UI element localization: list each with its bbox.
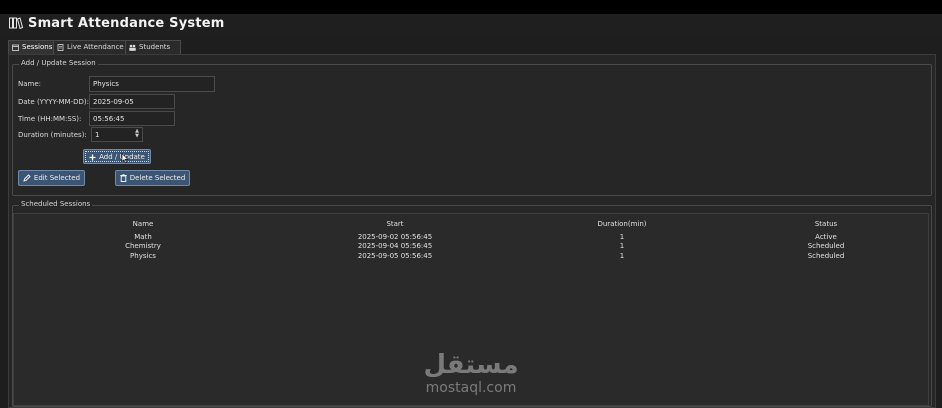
date-label: Date (YYYY-MM-DD):	[18, 98, 89, 106]
pencil-icon	[23, 174, 31, 182]
scheduled-sessions-group-title: Scheduled Sessions	[19, 200, 93, 208]
tab-live-attendance-label: Live Attendance	[67, 43, 124, 51]
people-icon	[129, 44, 136, 51]
add-update-group-title: Add / Update Session	[19, 59, 98, 67]
delete-selected-label: Delete Selected	[129, 174, 186, 182]
table-row-1-duration[interactable]: 1	[620, 233, 624, 241]
time-label: Time (HH:MM:SS):	[18, 115, 82, 123]
tab-students[interactable]: Students	[125, 40, 181, 54]
table-row-1-status[interactable]: Active	[815, 233, 837, 241]
app-title: Smart Attendance System	[28, 16, 225, 31]
tab-students-label: Students	[139, 43, 171, 51]
mostaql-watermark: مستقل mostaql.com	[411, 350, 531, 400]
duration-value: 1	[95, 131, 100, 139]
name-label: Name:	[18, 80, 42, 88]
column-header-name[interactable]: Name	[133, 220, 154, 228]
watermark-latin-text: mostaql.com	[425, 380, 517, 396]
table-row-2-start[interactable]: 2025-09-04 05:56:45	[358, 242, 432, 250]
trash-icon	[120, 174, 127, 182]
edit-selected-button[interactable]: Edit Selected	[18, 170, 85, 186]
table-row-3-start[interactable]: 2025-09-05 05:56:45	[358, 252, 432, 260]
column-header-status[interactable]: Status	[815, 220, 837, 228]
table-row-1-start[interactable]: 2025-09-02 05:56:45	[358, 233, 432, 241]
column-header-duration[interactable]: Duration(min)	[597, 220, 646, 228]
table-row-3-name[interactable]: Physics	[130, 252, 156, 260]
spin-arrows-icon[interactable]: ▲ ▼	[134, 129, 140, 139]
column-header-start[interactable]: Start	[386, 220, 403, 228]
tab-sessions[interactable]: Sessions	[8, 40, 55, 55]
table-row-2-name[interactable]: Chemistry	[125, 242, 161, 250]
table-row-2-status[interactable]: Scheduled	[808, 242, 845, 250]
duration-label: Duration (minutes):	[18, 131, 87, 139]
name-input[interactable]: Physics	[89, 76, 215, 92]
tab-sessions-label: Sessions	[22, 43, 53, 51]
table-row-1-name[interactable]: Math	[134, 233, 152, 241]
plus-icon	[89, 154, 96, 160]
date-input[interactable]: 2025-09-05	[89, 94, 175, 109]
books-icon	[9, 17, 23, 29]
watermark-arabic-text: مستقل	[423, 350, 519, 380]
document-icon	[57, 43, 64, 51]
time-input[interactable]: 05:56:45	[89, 111, 175, 126]
add-update-button[interactable]: Add / Update	[83, 149, 151, 164]
calendar-icon	[12, 44, 19, 51]
mouse-pointer-icon	[121, 153, 129, 164]
screen-top-bar	[0, 0, 942, 14]
table-row-2-duration[interactable]: 1	[620, 242, 624, 250]
tab-live-attendance[interactable]: Live Attendance	[53, 40, 128, 54]
duration-spinbox[interactable]: 1 ▲ ▼	[91, 127, 143, 142]
table-row-3-duration[interactable]: 1	[620, 252, 624, 260]
table-row-3-status[interactable]: Scheduled	[808, 252, 845, 260]
delete-selected-button[interactable]: Delete Selected	[115, 170, 190, 186]
edit-selected-label: Edit Selected	[33, 174, 81, 182]
